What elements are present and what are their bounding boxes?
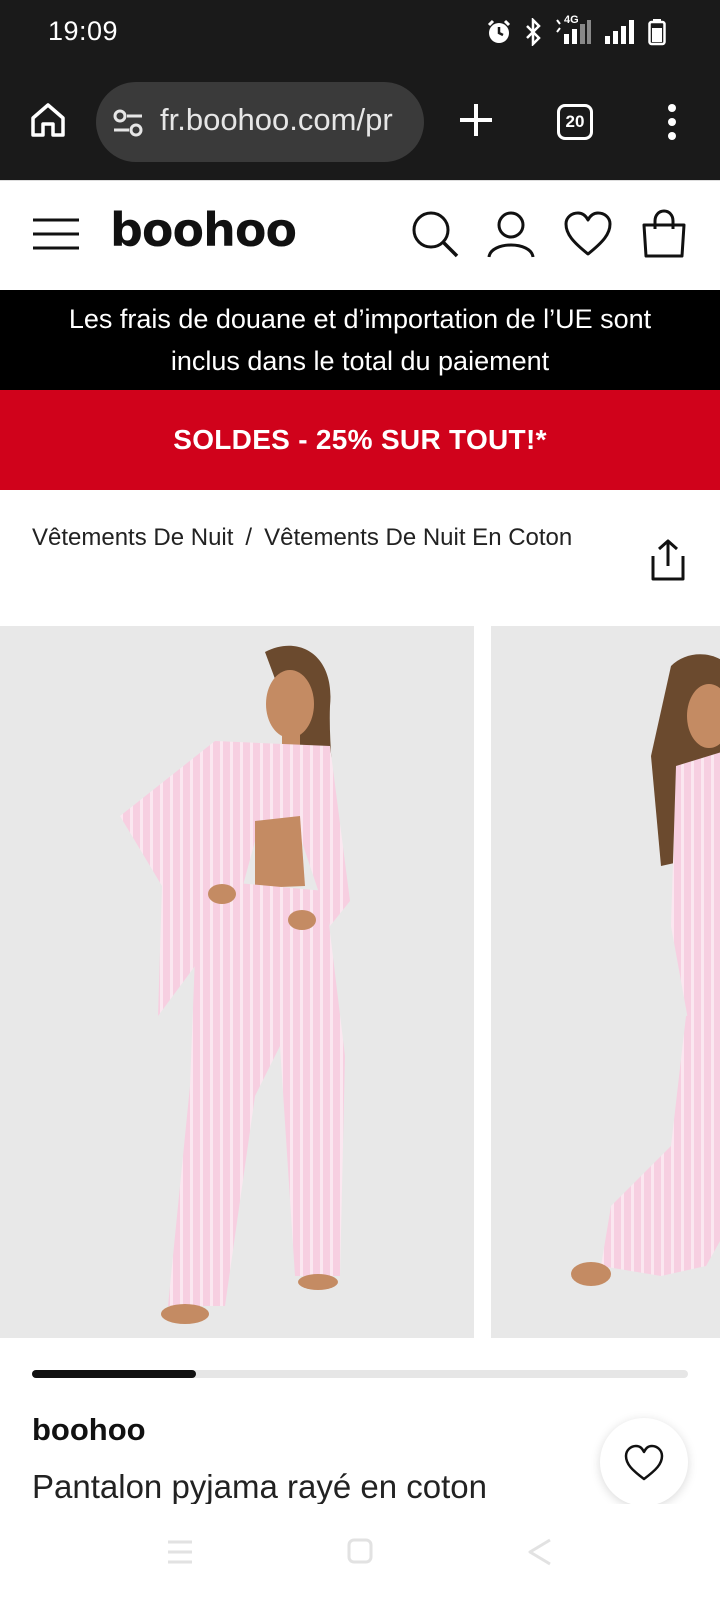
gallery-progress-track (32, 1370, 688, 1378)
breadcrumb: Vêtements De Nuit / Vêtements De Nuit En C… (32, 520, 592, 556)
browser-toolbar: fr.boohoo.com/pr 20 (0, 68, 720, 180)
status-bar: 19:09 4G (0, 0, 720, 68)
breadcrumb-link-cotton-sleepwear[interactable]: Vêtements De Nuit En Coton (264, 524, 572, 551)
system-nav-bar (0, 1504, 720, 1600)
duty-info-banner: Les frais de douane et d’importation de … (0, 290, 720, 390)
signal-icon (605, 20, 634, 44)
product-brand: boohoo (32, 1412, 146, 1447)
menu-icon[interactable] (32, 217, 80, 251)
status-time: 19:09 (48, 16, 119, 46)
site-logo[interactable]: boohoo (110, 203, 297, 257)
breadcrumb-separator: / (245, 524, 253, 551)
bluetooth-icon (526, 18, 541, 46)
share-icon[interactable] (648, 538, 688, 582)
duty-banner-line2: inclus dans le total du paiement (170, 346, 550, 376)
url-text: fr.boohoo.com/pr (160, 102, 393, 137)
product-photo-side[interactable] (491, 626, 720, 1338)
search-icon[interactable] (410, 209, 460, 259)
home-button-icon[interactable] (340, 1534, 380, 1570)
gallery-progress-fill (32, 1370, 196, 1378)
sale-banner[interactable]: SOLDES - 25% SUR TOUT!* (0, 390, 720, 490)
shopping-bag-icon[interactable] (640, 209, 690, 259)
new-tab-plus-icon[interactable] (456, 100, 496, 140)
product-photo-front[interactable] (0, 626, 474, 1338)
site-header: boohoo (0, 180, 720, 290)
more-vertical-icon[interactable] (660, 102, 684, 142)
product-image-gallery[interactable] (0, 626, 720, 1338)
wishlist-heart-icon[interactable] (563, 209, 613, 259)
site-settings-icon[interactable] (112, 108, 144, 138)
heart-icon (624, 1444, 664, 1481)
account-icon[interactable] (486, 209, 536, 259)
add-to-wishlist-button[interactable] (600, 1418, 688, 1506)
address-bar[interactable]: fr.boohoo.com/pr (96, 82, 424, 162)
home-icon[interactable] (28, 100, 68, 140)
4g-signal-icon: 4G (554, 14, 592, 46)
status-icons: 4G (486, 14, 666, 46)
recent-apps-icon[interactable] (160, 1534, 200, 1570)
duty-banner-line1: Les frais de douane et d’importation de … (68, 304, 652, 334)
breadcrumb-link-sleepwear[interactable]: Vêtements De Nuit (32, 524, 233, 551)
back-icon[interactable] (520, 1534, 560, 1570)
battery-icon (648, 19, 666, 46)
alarm-icon (487, 19, 511, 43)
product-title: Pantalon pyjama rayé en coton (32, 1468, 487, 1504)
tab-switcher-icon[interactable]: 20 (557, 104, 593, 140)
